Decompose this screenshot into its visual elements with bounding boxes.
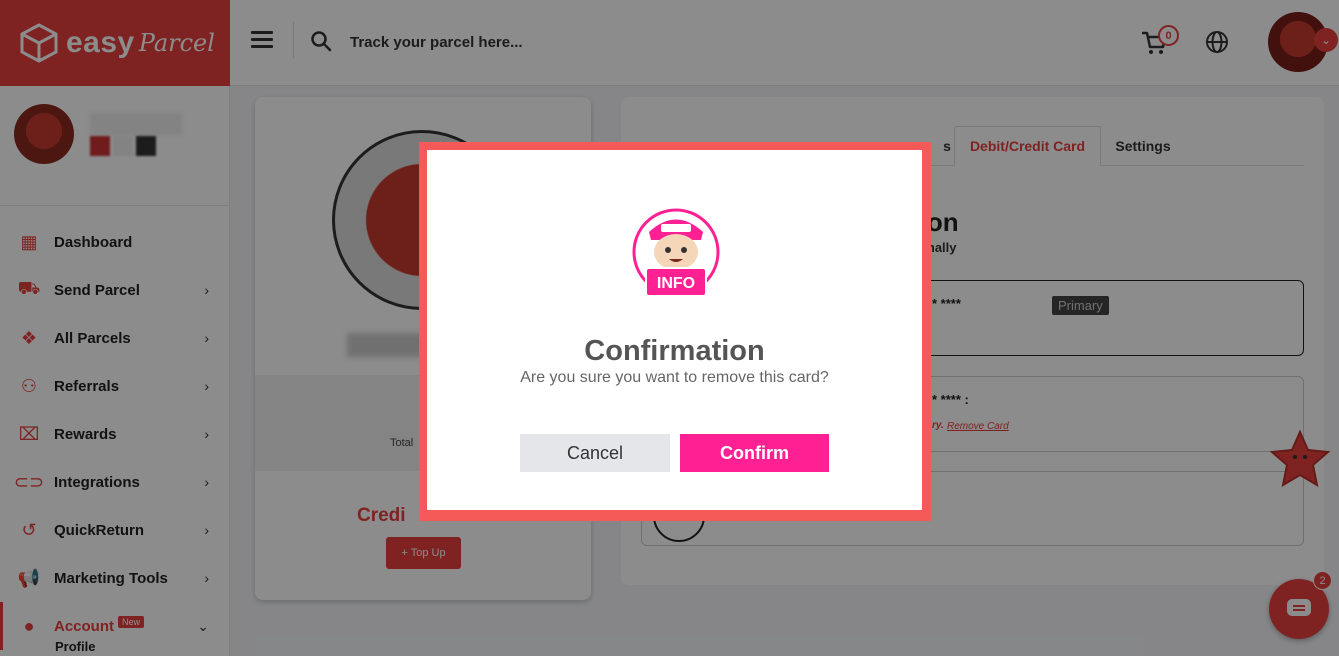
dialog-title: Confirmation — [584, 335, 765, 367]
cancel-button[interactable]: Cancel — [520, 434, 670, 472]
confirmation-dialog: INFO Confirmation Are you sure you want … — [427, 150, 922, 510]
confirm-button[interactable]: Confirm — [680, 434, 829, 472]
dialog-message: Are you sure you want to remove this car… — [520, 369, 829, 386]
mascot-info-label: INFO — [657, 275, 695, 292]
info-mascot-icon: INFO — [632, 208, 720, 297]
